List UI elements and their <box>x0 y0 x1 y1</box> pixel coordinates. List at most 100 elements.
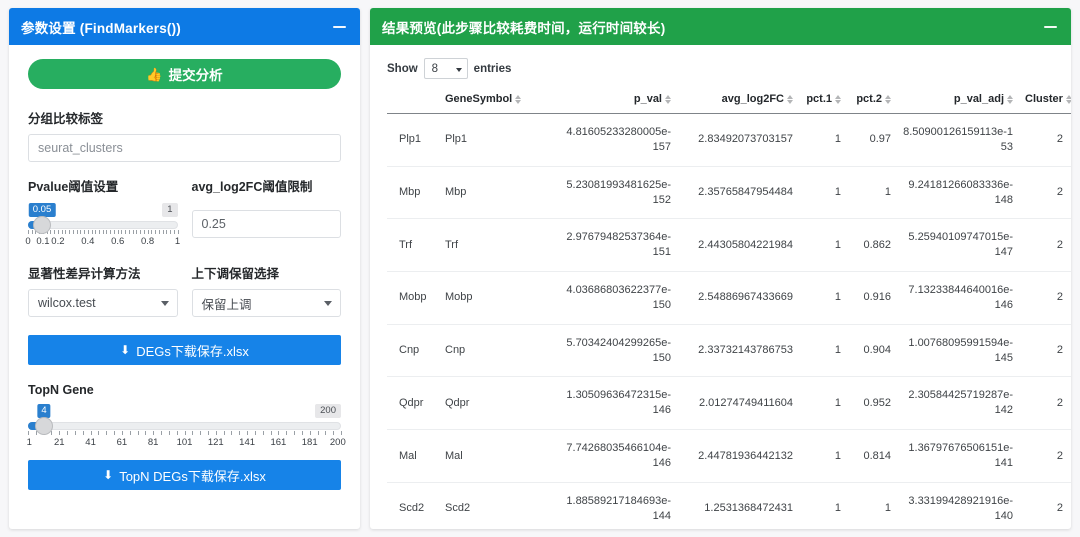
topn-slider-handle[interactable] <box>35 417 53 435</box>
table-cell: 1.30509636472315e-146 <box>557 376 677 431</box>
log2fc-input[interactable] <box>191 210 341 238</box>
show-entries-suffix: entries <box>473 62 512 75</box>
group-input[interactable] <box>28 134 341 162</box>
table-cell: Mbp <box>387 166 439 220</box>
pvalue-group: Pvalue阈值设置 0.05 1 0 0.1 0.2 0.4 0.6 0.8 1 <box>25 176 181 249</box>
sort-arrows-icon <box>885 94 891 104</box>
slider-tick-label: 0.4 <box>81 236 95 247</box>
slider-tick-label: 0 <box>25 236 31 247</box>
table-cell: 2.54886967433669 <box>677 271 799 325</box>
threshold-row: Pvalue阈值设置 0.05 1 0 0.1 0.2 0.4 0.6 0.8 1 avg_… <box>25 176 341 249</box>
table-cell: 2 <box>1019 113 1071 167</box>
column-header-avg-log2fc[interactable]: avg_log2FC <box>677 93 799 114</box>
topn-degs-download-label: TopN DEGs下载保存.xlsx <box>119 468 266 484</box>
table-cell: 2.35765847954484 <box>677 166 799 220</box>
table-cell: 1 <box>847 166 897 220</box>
table-cell: 5.70342404299265e-150 <box>557 324 677 378</box>
sort-arrows-icon <box>1065 94 1071 104</box>
topn-label: TopN Gene <box>28 383 94 397</box>
table-cell: Scd2 <box>439 482 557 529</box>
slider-tick-label: 1 <box>26 437 32 448</box>
table-cell: 2 <box>1019 324 1071 378</box>
table-cell: Qdpr <box>387 376 439 431</box>
topn-slider-max: 200 <box>315 404 341 418</box>
table-cell: 0.97 <box>847 113 897 167</box>
sort-arrows-icon <box>835 94 841 104</box>
table-cell: 7.74268035466104e-146 <box>557 429 677 483</box>
direction-select-wrap: 保留上调 <box>191 289 341 317</box>
table-cell: 9.24181266083336e-148 <box>897 166 1019 220</box>
sort-arrows-icon <box>787 94 793 104</box>
table-cell: 2 <box>1019 482 1071 529</box>
column-header-pct-1[interactable]: pct.1 <box>799 93 847 114</box>
parameter-panel-header: 参数设置 (FindMarkers()) <box>9 8 360 45</box>
results-table: GeneSymbol p_val avg_log2FC pct.1 pct.2 p_val… <box>387 93 1071 529</box>
table-cell: Mal <box>439 429 557 483</box>
table-cell: 1.88589217184693e-144 <box>557 482 677 529</box>
table-cell: Scd2 <box>387 482 439 529</box>
minus-icon[interactable] <box>333 20 346 33</box>
topn-degs-download-button[interactable]: ⬇ TopN DEGs下载保存.xlsx <box>28 460 341 490</box>
table-cell: 5.25940109747015e-147 <box>897 218 1019 273</box>
submit-analysis-button[interactable]: 👍 提交分析 <box>28 59 341 89</box>
pvalue-slider-value: 0.05 <box>28 203 56 220</box>
column-header-rowname[interactable] <box>387 93 439 114</box>
direction-select[interactable]: 保留上调 <box>191 289 341 317</box>
slider-tick-label: 41 <box>85 437 96 448</box>
sort-arrows-icon <box>665 94 671 104</box>
table-cell: 2 <box>1019 218 1071 273</box>
direction-group: 上下调保留选择 保留上调 <box>191 263 341 317</box>
topn-slider-labels: 1 21 41 61 81 101 121 141 161 181 200 <box>26 437 346 450</box>
degs-download-label: DEGs下载保存.xlsx <box>136 343 249 359</box>
column-header-pct-2[interactable]: pct.2 <box>847 93 897 114</box>
table-cell: 2 <box>1019 376 1071 431</box>
chevron-down-icon <box>455 68 462 72</box>
slider-tick-label: 161 <box>270 437 287 448</box>
table-cell: 0.916 <box>847 271 897 325</box>
table-cell: 0.952 <box>847 376 897 431</box>
table-row: Mbp Mbp 5.23081993481625e-152 2.35765847954… <box>387 166 1071 220</box>
slider-tick-label: 0.2 <box>51 236 65 247</box>
table-row: Mobp Mobp 4.03686803622377e-150 2.548869674… <box>387 271 1071 325</box>
table-cell: 1 <box>799 429 847 483</box>
slider-tick-label: 1 <box>174 236 181 247</box>
method-label: 显著性差异计算方法 <box>28 267 141 281</box>
pvalue-slider-handle[interactable] <box>33 216 51 234</box>
entries-per-page-value: 8 <box>431 62 439 75</box>
table-cell: Trf <box>387 218 439 273</box>
slider-tick-label: 0.8 <box>140 236 155 247</box>
table-cell: 5.23081993481625e-152 <box>557 166 677 220</box>
column-header-cluster[interactable]: Cluster <box>1019 93 1071 114</box>
table-cell: 2.83492073703157 <box>677 113 799 167</box>
method-select-wrap: wilcox.test <box>28 289 178 317</box>
degs-download-button[interactable]: ⬇ DEGs下载保存.xlsx <box>28 335 341 365</box>
show-entries-prefix: Show <box>387 62 418 75</box>
topn-slider-track <box>28 422 341 430</box>
pvalue-slider[interactable]: 0.05 1 0 0.1 0.2 0.4 0.6 0.8 1 <box>25 203 181 249</box>
column-header-p-val-adj[interactable]: p_val_adj <box>897 93 1019 114</box>
download-icon: ⬇ <box>120 343 131 357</box>
table-cell: Plp1 <box>387 113 439 167</box>
table-row: Mal Mal 7.74268035466104e-146 2.44781936442… <box>387 429 1071 483</box>
table-cell: 2 <box>1019 271 1071 325</box>
parameter-panel-body: 👍 提交分析 分组比较标签 Pvalue阈值设置 0.05 1 0 0.1 <box>9 45 360 506</box>
table-cell: 2.44781936442132 <box>677 429 799 483</box>
table-cell: 2 <box>1019 166 1071 220</box>
results-table-head: GeneSymbol p_val avg_log2FC pct.1 pct.2 p_val… <box>387 93 1071 114</box>
entries-per-page-select[interactable]: 8 <box>423 58 468 79</box>
log2fc-label: avg_log2FC阈值限制 <box>191 180 313 194</box>
table-cell: 3.33199428921916e-140 <box>897 482 1019 529</box>
parameter-settings-panel: 参数设置 (FindMarkers()) 👍 提交分析 分组比较标签 Pvalu… <box>9 8 360 529</box>
slider-tick-label: 0.6 <box>111 236 125 247</box>
topn-slider[interactable]: 4 200 1 21 41 61 81 101 121 141 161 181 200 <box>26 404 346 450</box>
table-cell: 2.01274749411604 <box>677 376 799 431</box>
table-cell: 4.81605233280005e-157 <box>557 113 677 167</box>
table-cell: Plp1 <box>439 113 557 167</box>
method-select[interactable]: wilcox.test <box>28 289 178 317</box>
column-header-genesymbol[interactable]: GeneSymbol <box>439 93 557 114</box>
app-root: 参数设置 (FindMarkers()) 👍 提交分析 分组比较标签 Pvalu… <box>0 0 1080 537</box>
method-group: 显著性差异计算方法 wilcox.test <box>28 263 178 317</box>
minus-icon[interactable] <box>1044 20 1057 33</box>
table-cell: Mbp <box>439 166 557 220</box>
column-header-p-val[interactable]: p_val <box>557 93 677 114</box>
